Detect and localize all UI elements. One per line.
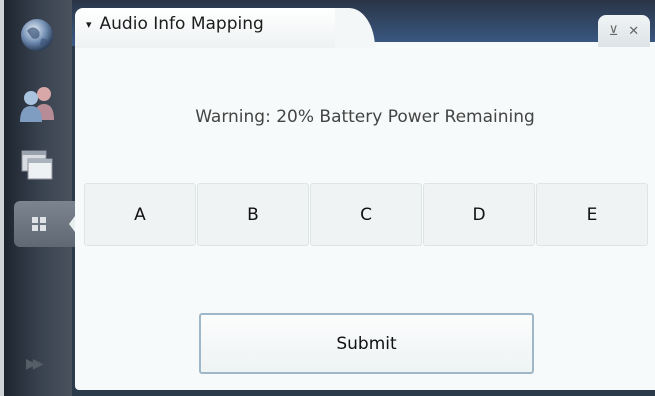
applications-grid-icon (32, 217, 46, 231)
globe-launcher-button[interactable] (12, 14, 62, 56)
window-title-text: Audio Info Mapping (99, 14, 264, 34)
close-icon[interactable]: ✕ (628, 24, 639, 39)
contacts-launcher-button[interactable] (12, 82, 62, 124)
launcher-sidebar: ▶▶ (0, 0, 78, 396)
option-e-button[interactable]: E (536, 183, 648, 246)
minimize-icon[interactable]: ⊻ (609, 24, 619, 39)
fast-forward-icon: ▶▶ (26, 356, 43, 372)
window-title[interactable]: ▾ Audio Info Mapping (86, 14, 264, 34)
menu-arrow-icon: ▾ (86, 17, 92, 31)
applications-launcher-button[interactable] (14, 201, 78, 247)
submit-button[interactable]: Submit (199, 313, 534, 374)
users-icon (20, 87, 54, 122)
option-b-button[interactable]: B (197, 183, 309, 246)
option-c-button[interactable]: C (310, 183, 422, 246)
globe-icon (21, 19, 53, 51)
window-bottom-border (72, 390, 655, 396)
windows-launcher-button[interactable] (12, 144, 62, 186)
option-buttons: A B C D E (84, 183, 648, 246)
window-controls: ⊻ ✕ (598, 15, 650, 47)
option-d-button[interactable]: D (423, 183, 535, 246)
battery-warning: Warning: 20% Battery Power Remaining (195, 107, 535, 127)
windows-icon (21, 150, 53, 180)
option-a-button[interactable]: A (84, 183, 196, 246)
